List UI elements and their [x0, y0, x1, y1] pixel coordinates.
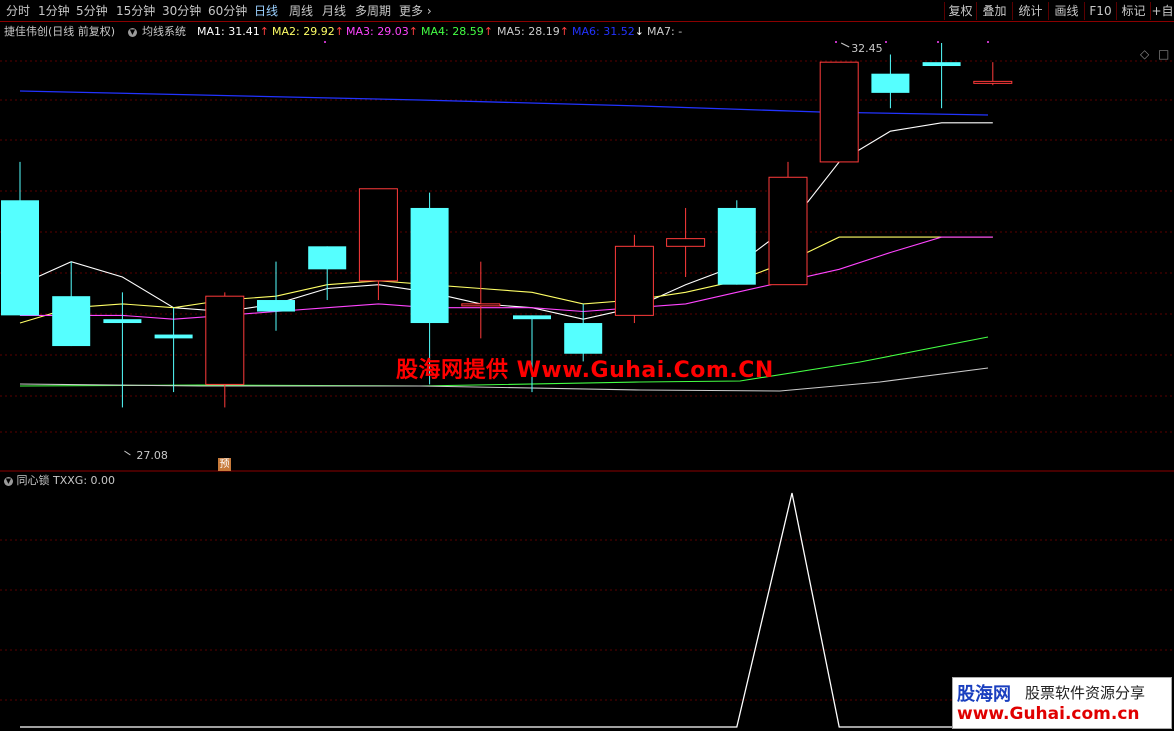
low-price-label: 27.08 — [136, 449, 168, 462]
pre-badge: 预 — [218, 458, 231, 471]
high-pointer — [840, 42, 850, 48]
candle-body-0 — [1, 200, 39, 316]
candle-body-9 — [461, 303, 501, 307]
candle-body-2 — [103, 319, 142, 324]
candle-body-8 — [410, 207, 449, 324]
candle-body-1 — [52, 296, 91, 347]
high-price-label: 32.45 — [851, 42, 883, 55]
sub-collapse-icon[interactable]: ▼ — [4, 476, 13, 486]
txxg-line — [20, 492, 993, 728]
logo-box: 股海网 股票软件资源分享 www.Guhai.com.cn — [952, 677, 1172, 729]
candle-body-17 — [871, 73, 910, 93]
logo-url: www.Guhai.com.cn — [957, 704, 1140, 724]
signal-dot-early-0 — [324, 41, 326, 43]
watermark-text: 股海网提供 Www.Guhai.Com.CN — [396, 358, 774, 383]
candle-body-11 — [564, 323, 603, 354]
signal-dot-1 — [885, 41, 887, 43]
candle-body-14 — [717, 207, 756, 285]
signal-dot-3 — [987, 41, 989, 43]
sub-indicator-name[interactable]: 同心锁 — [17, 474, 50, 487]
candle-body-6 — [308, 246, 347, 270]
candle-body-5 — [257, 300, 295, 312]
candle-body-4 — [205, 295, 245, 385]
candle-body-15 — [768, 176, 808, 286]
signal-dot-2 — [937, 41, 939, 43]
logo-slogan: 股票软件资源分享 — [1025, 684, 1146, 702]
sub-indicator-header: ▼ 同心锁 TXXG: 0.00 — [4, 474, 115, 488]
candle-body-13 — [666, 238, 706, 247]
signal-dot-0 — [835, 41, 837, 43]
candle-body-19 — [973, 80, 1013, 84]
low-pointer — [124, 450, 131, 456]
candle-body-10 — [513, 315, 551, 320]
candle-body-12 — [614, 245, 654, 316]
candle-body-18 — [922, 62, 961, 67]
candle-body-16 — [819, 61, 859, 163]
candle-body-3 — [154, 334, 193, 339]
candle-body-7 — [358, 188, 398, 282]
logo-main: 股海网 — [957, 684, 1011, 705]
ma-line-MA2 — [19, 236, 993, 324]
sub-indicator-value: TXXG: 0.00 — [53, 474, 116, 487]
